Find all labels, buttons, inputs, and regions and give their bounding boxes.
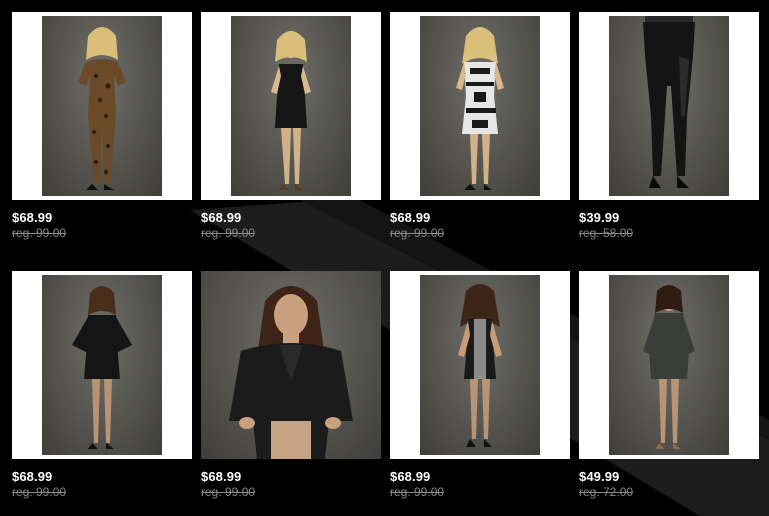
regular-price: reg. 72.00: [579, 485, 634, 499]
model-print-dress-image: [456, 27, 504, 190]
model-blazer-image: [229, 286, 353, 459]
model-leopard-jumpsuit-image: [78, 27, 126, 190]
product-photo[interactable]: [201, 271, 381, 459]
product-grid: $68.99 reg. 99.00 $68.99 reg. 99.00 $68.…: [0, 0, 769, 516]
sale-price: $68.99: [390, 469, 431, 484]
product-image-frame[interactable]: [390, 12, 570, 200]
product-image-frame[interactable]: [390, 271, 570, 459]
sale-price: $68.99: [12, 210, 53, 225]
product-image-frame[interactable]: [201, 12, 381, 200]
product-image-frame[interactable]: [201, 271, 381, 459]
sale-price: $39.99: [579, 210, 620, 225]
model-leggings-image: [643, 16, 695, 188]
model-black-dress-image: [271, 31, 311, 190]
product-image-frame[interactable]: [579, 271, 759, 459]
model-romper-image: [643, 285, 695, 449]
regular-price: reg. 99.00: [12, 485, 67, 499]
regular-price: reg. 99.00: [390, 485, 445, 499]
sale-price: $49.99: [579, 469, 620, 484]
model-colorblock-dress-image: [458, 284, 502, 447]
product-card[interactable]: $68.99 reg. 99.00: [201, 12, 381, 247]
product-photo[interactable]: [231, 16, 351, 196]
product-image-frame[interactable]: [579, 12, 759, 200]
regular-price: reg. 58.00: [579, 226, 634, 240]
product-card[interactable]: $68.99 reg. 99.00: [12, 12, 192, 247]
model-long-sleeve-dress-image: [72, 286, 132, 449]
regular-price: reg. 99.00: [390, 226, 445, 240]
product-card[interactable]: $68.99 reg. 99.00: [12, 271, 192, 506]
product-image-frame[interactable]: [12, 12, 192, 200]
sale-price: $68.99: [12, 469, 53, 484]
product-card[interactable]: $68.99 reg. 99.00: [201, 271, 381, 506]
product-photo[interactable]: [420, 275, 540, 455]
product-photo[interactable]: [609, 16, 729, 196]
regular-price: reg. 99.00: [201, 226, 256, 240]
product-photo[interactable]: [42, 16, 162, 196]
sale-price: $68.99: [201, 210, 242, 225]
product-photo[interactable]: [420, 16, 540, 196]
regular-price: reg. 99.00: [201, 485, 256, 499]
sale-price: $68.99: [390, 210, 431, 225]
product-card[interactable]: $68.99 reg. 99.00: [390, 12, 570, 247]
product-image-frame[interactable]: [12, 271, 192, 459]
product-photo[interactable]: [42, 275, 162, 455]
product-photo[interactable]: [609, 275, 729, 455]
product-card[interactable]: $49.99 reg. 72.00: [579, 271, 759, 506]
sale-price: $68.99: [201, 469, 242, 484]
product-card[interactable]: $39.99 reg. 58.00: [579, 12, 759, 247]
regular-price: reg. 99.00: [12, 226, 67, 240]
product-card[interactable]: $68.99 reg. 99.00: [390, 271, 570, 506]
